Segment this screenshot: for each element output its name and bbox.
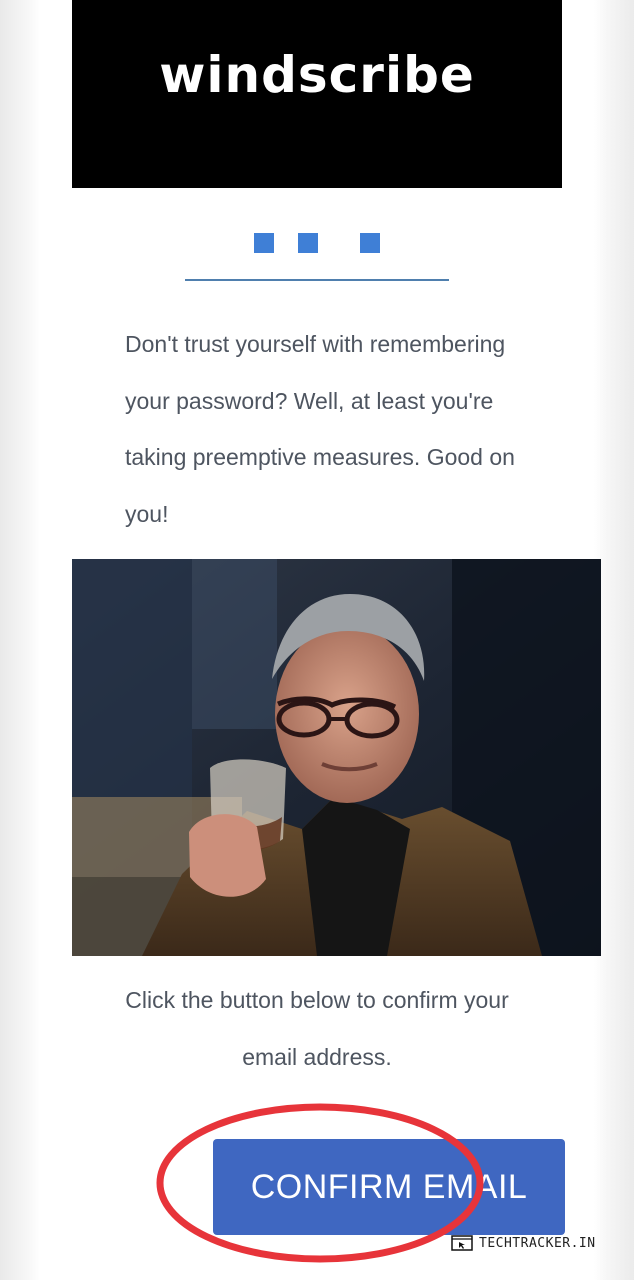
page: windscribe Don't trust yourself with rem… — [0, 0, 634, 1280]
techtracker-watermark: TECHTRACKER.IN — [451, 1234, 629, 1254]
toast-gif-image — [72, 559, 601, 956]
windscribe-logo: windscribe — [159, 46, 475, 104]
dot-icon-2 — [298, 233, 318, 253]
intro-message: Don't trust yourself with remembering yo… — [125, 331, 515, 527]
email-header: windscribe — [72, 0, 562, 188]
confirm-instructions: Click the button below to confirm your e… — [125, 987, 509, 1070]
decorative-dots — [254, 233, 380, 253]
man-toasting-image — [72, 559, 601, 956]
watermark-text: TECHTRACKER.IN — [479, 1236, 596, 1251]
confirm-email-button[interactable]: CONFIRM EMAIL — [213, 1139, 565, 1235]
dot-icon-1 — [254, 233, 274, 253]
browser-cursor-icon — [451, 1235, 473, 1251]
section-divider — [185, 279, 449, 281]
dot-icon-3 — [360, 233, 380, 253]
